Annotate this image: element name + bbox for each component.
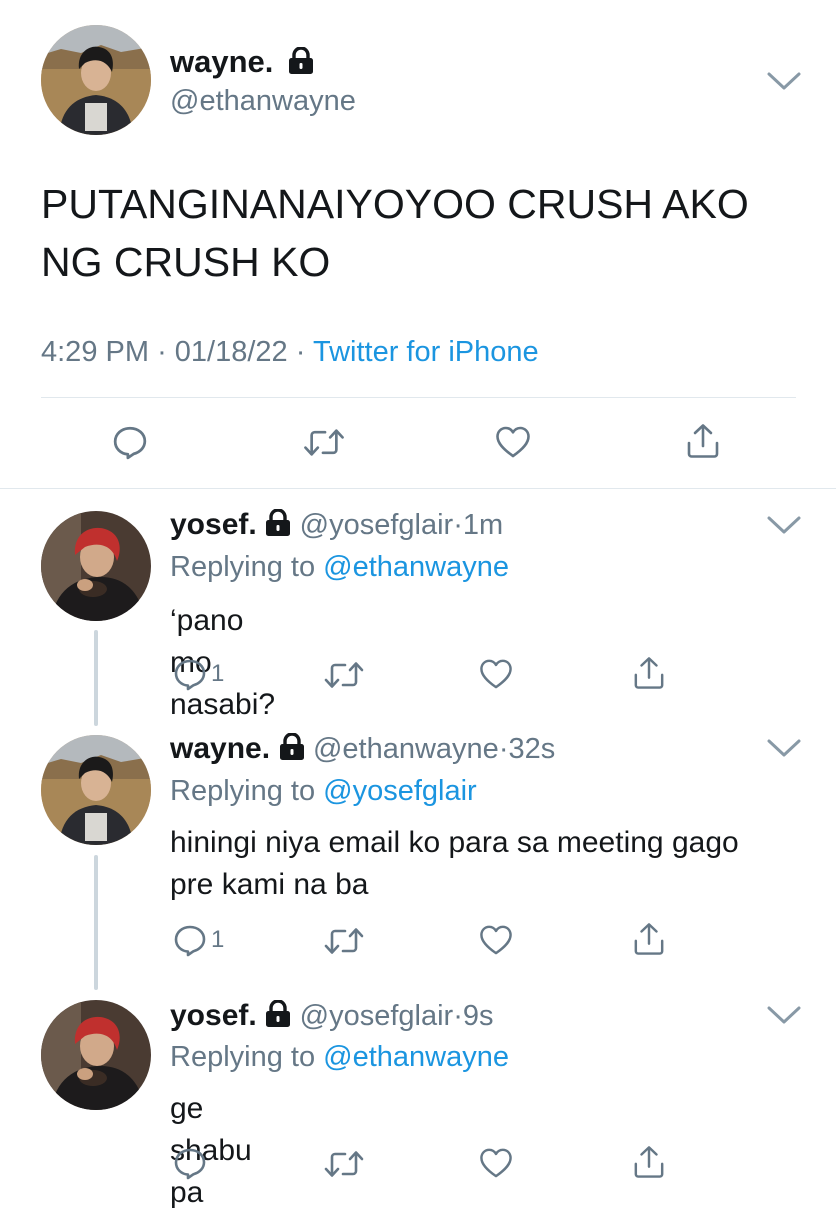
tweet-meta: 4:29 PM · 01/18/22 · Twitter for iPhone bbox=[41, 336, 539, 369]
reply-icon[interactable] bbox=[173, 657, 207, 691]
replying-to-link[interactable]: @ethanwayne bbox=[323, 551, 509, 583]
share-icon[interactable] bbox=[633, 655, 665, 691]
author-name[interactable]: wayne. bbox=[170, 44, 314, 80]
heart-icon[interactable] bbox=[495, 425, 531, 459]
reply-count: 1 bbox=[211, 926, 225, 953]
reply-avatar[interactable] bbox=[41, 1000, 151, 1110]
tweet-text-line: NG CRUSH KO bbox=[41, 239, 331, 285]
reply-author-name[interactable]: yosef. bbox=[170, 999, 257, 1032]
divider bbox=[0, 488, 836, 489]
chevron-down-icon[interactable] bbox=[766, 737, 802, 759]
reply-text-line: hiningi niya email ko para sa meeting ga… bbox=[170, 826, 739, 859]
replying-to: Replying to @yosefglair bbox=[170, 775, 477, 808]
reply-header: wayne. @ethanwayne·32s bbox=[170, 732, 555, 766]
author-avatar[interactable] bbox=[41, 25, 151, 135]
avatar-image bbox=[41, 1000, 151, 1110]
tweet-source-link[interactable]: Twitter for iPhone bbox=[313, 336, 539, 368]
avatar-image bbox=[41, 25, 151, 135]
reply-author-name[interactable]: wayne. bbox=[170, 732, 270, 765]
tweet-text: PUTANGINANAIYOYOO CRUSH AKO NG CRUSH KO bbox=[41, 175, 749, 291]
reply-count: 1 bbox=[211, 660, 225, 687]
reply-author-name[interactable]: yosef. bbox=[170, 508, 257, 541]
separator: · bbox=[453, 509, 463, 541]
lock-icon bbox=[288, 47, 314, 75]
avatar-image bbox=[41, 511, 151, 621]
replying-to-prefix: Replying to bbox=[170, 775, 316, 807]
heart-icon[interactable] bbox=[479, 924, 513, 956]
reply-time[interactable]: 1m bbox=[463, 509, 503, 541]
share-icon[interactable] bbox=[633, 921, 665, 957]
reply-text: hiningi niya email ko para sa meeting ga… bbox=[170, 822, 739, 906]
reply-author-handle[interactable]: @ethanwayne bbox=[313, 733, 499, 765]
retweet-icon[interactable] bbox=[303, 425, 345, 460]
chevron-down-icon[interactable] bbox=[766, 70, 802, 92]
reply-icon[interactable] bbox=[173, 1146, 207, 1180]
reply-avatar[interactable] bbox=[41, 735, 151, 845]
reply-header: yosef. @yosefglair·1m bbox=[170, 508, 503, 542]
reply-header: yosef. @yosefglair·9s bbox=[170, 999, 494, 1033]
divider bbox=[41, 397, 796, 398]
reply-action[interactable]: 1 bbox=[173, 923, 224, 957]
separator: · bbox=[453, 1000, 463, 1032]
replying-to: Replying to @ethanwayne bbox=[170, 551, 509, 584]
thread-line bbox=[94, 855, 98, 990]
retweet-icon[interactable] bbox=[324, 1147, 364, 1181]
tweet-text-line: PUTANGINANAIYOYOO CRUSH AKO bbox=[41, 181, 749, 227]
replying-to-link[interactable]: @yosefglair bbox=[323, 775, 477, 807]
tweet-time[interactable]: 4:29 PM bbox=[41, 336, 149, 368]
reply-author-handle[interactable]: @yosefglair bbox=[300, 1000, 454, 1032]
retweet-icon[interactable] bbox=[324, 658, 364, 692]
reply-icon[interactable] bbox=[173, 923, 207, 957]
reply-action[interactable]: 1 bbox=[173, 657, 224, 691]
retweet-icon[interactable] bbox=[324, 924, 364, 958]
avatar-image bbox=[41, 735, 151, 845]
replying-to-prefix: Replying to bbox=[170, 1041, 316, 1073]
reply-text-line: pre kami na ba bbox=[170, 868, 369, 901]
reply-action[interactable] bbox=[173, 1146, 211, 1180]
lock-icon bbox=[265, 509, 291, 537]
author-handle[interactable]: @ethanwayne bbox=[170, 85, 356, 118]
author-name-text: wayne. bbox=[170, 44, 274, 79]
share-icon[interactable] bbox=[633, 1144, 665, 1180]
thread-line bbox=[94, 630, 98, 726]
replying-to-prefix: Replying to bbox=[170, 551, 316, 583]
separator: · bbox=[157, 336, 167, 368]
lock-icon bbox=[279, 733, 305, 761]
reply-icon[interactable] bbox=[112, 424, 148, 460]
replying-to-link[interactable]: @ethanwayne bbox=[323, 1041, 509, 1073]
chevron-down-icon[interactable] bbox=[766, 514, 802, 536]
chevron-down-icon[interactable] bbox=[766, 1004, 802, 1026]
reply-time[interactable]: 32s bbox=[508, 733, 555, 765]
replying-to: Replying to @ethanwayne bbox=[170, 1041, 509, 1074]
tweet-date[interactable]: 01/18/22 bbox=[175, 336, 288, 368]
reply-avatar[interactable] bbox=[41, 511, 151, 621]
reply-time[interactable]: 9s bbox=[463, 1000, 494, 1032]
lock-icon bbox=[265, 1000, 291, 1028]
reply-author-handle[interactable]: @yosefglair bbox=[300, 509, 454, 541]
separator: · bbox=[295, 336, 306, 368]
heart-icon[interactable] bbox=[479, 1147, 513, 1179]
heart-icon[interactable] bbox=[479, 658, 513, 690]
share-icon[interactable] bbox=[686, 422, 720, 460]
